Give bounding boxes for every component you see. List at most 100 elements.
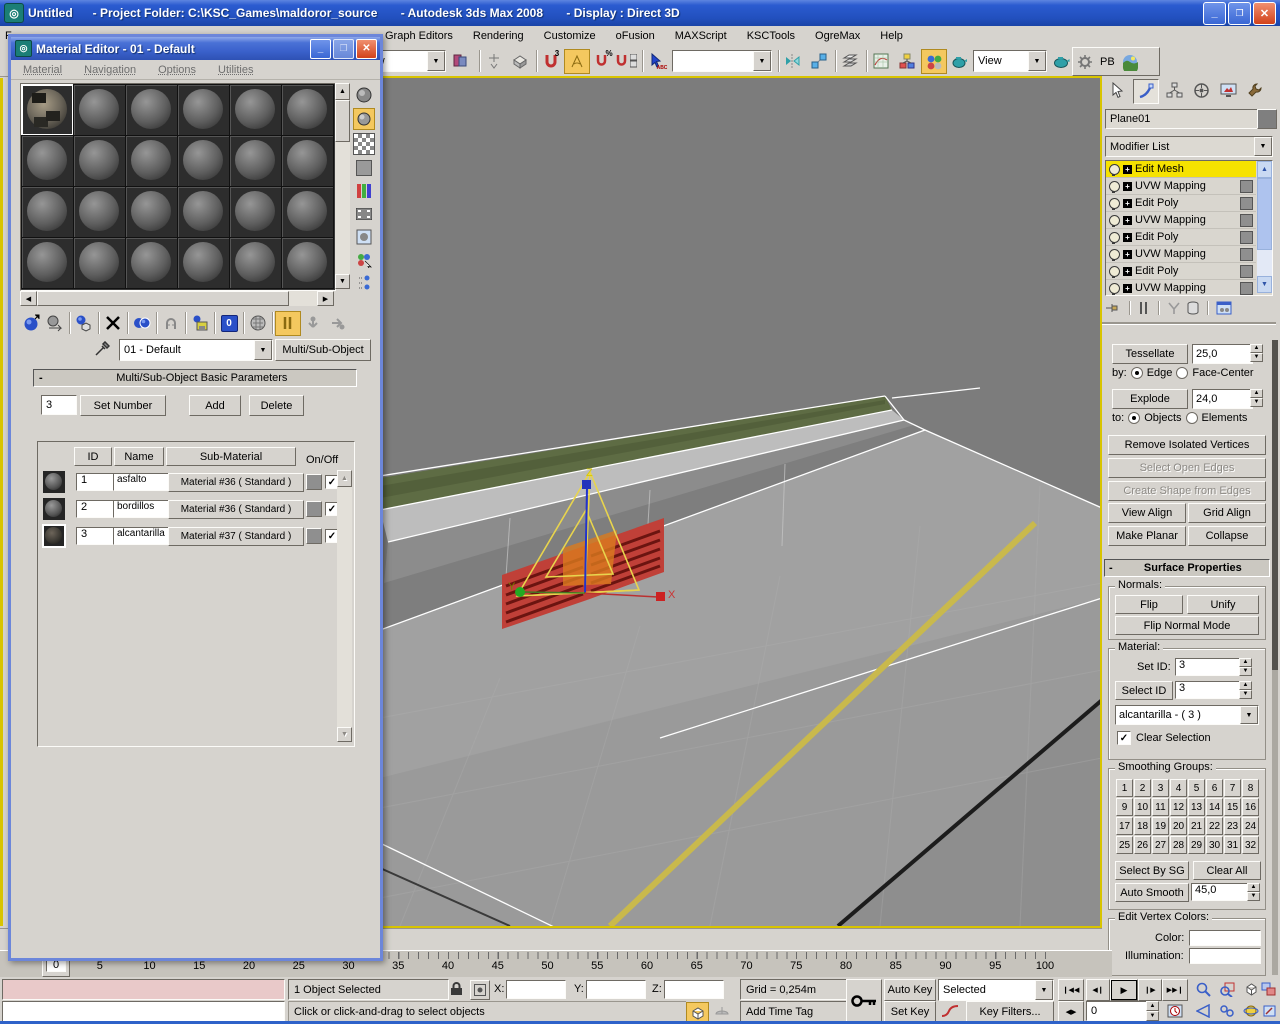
material-slot[interactable] [229, 135, 282, 187]
smoothing-group-button[interactable]: 31 [1224, 836, 1241, 854]
material-slot[interactable] [177, 237, 230, 289]
visibility-bulb-icon[interactable] [1109, 180, 1120, 193]
sub-material-preview[interactable] [43, 471, 65, 493]
show-map-in-viewport-icon[interactable] [246, 312, 270, 335]
material-editor-menu-item[interactable]: Utilities [218, 64, 253, 76]
by-face-center-radio[interactable] [1176, 367, 1189, 379]
modifier-stack-item[interactable]: + Edit Poly [1106, 263, 1256, 280]
smoothing-group-button[interactable]: 16 [1242, 798, 1259, 816]
assign-material-to-selection-icon[interactable] [72, 312, 96, 335]
material-name-dropdown[interactable]: 01 - Default ▼ [119, 339, 273, 361]
explode-field[interactable]: 24,0 [1192, 389, 1253, 409]
y-field[interactable] [586, 980, 646, 999]
sub-material-name-field[interactable]: asfalto [113, 473, 170, 491]
x-field[interactable] [506, 980, 566, 999]
tessellate-button[interactable]: Tessellate [1112, 344, 1188, 364]
layers-icon[interactable] [838, 49, 862, 72]
set-number-button[interactable]: Set Number [80, 395, 166, 416]
dropdown-arrow-icon[interactable]: ▼ [1028, 51, 1046, 71]
smoothing-group-button[interactable]: 5 [1188, 779, 1205, 797]
environment-icon[interactable] [1118, 50, 1142, 73]
smoothing-group-button[interactable]: 11 [1152, 798, 1169, 816]
set-keys-button[interactable] [846, 979, 882, 1022]
smoothing-group-button[interactable]: 2 [1134, 779, 1151, 797]
auto-smooth-field[interactable]: 45,0 [1191, 883, 1250, 901]
material-slot[interactable] [281, 84, 334, 136]
snap-toggle-3d-icon[interactable]: 3 [539, 49, 563, 72]
material-editor-icon[interactable] [921, 49, 947, 74]
keyboard-shortcut-toggle-icon[interactable] [508, 49, 532, 72]
dropdown-arrow-icon[interactable]: ▼ [254, 340, 272, 360]
delete-button[interactable]: Delete [249, 395, 304, 416]
make-unique-icon[interactable] [1167, 301, 1181, 315]
mirror-icon[interactable] [781, 49, 805, 72]
set-id-field[interactable]: 3 [1175, 658, 1242, 676]
spinner-snap-toggle-icon[interactable] [614, 49, 638, 72]
tab-create[interactable] [1106, 79, 1130, 102]
sub-material-scrollbar[interactable]: ▲ ▼ [337, 470, 352, 742]
field-of-view-icon[interactable] [1192, 1001, 1214, 1021]
smoothing-group-button[interactable]: 14 [1206, 798, 1223, 816]
select-id-field[interactable]: 3 [1175, 681, 1242, 699]
smoothing-group-button[interactable]: 7 [1224, 779, 1241, 797]
dropdown-arrow-icon[interactable]: ▼ [427, 51, 445, 71]
dropdown-arrow-icon[interactable]: ▼ [1240, 706, 1258, 724]
sub-material-button[interactable]: Material #36 ( Standard ) [168, 500, 304, 519]
zoom-extents-all-icon[interactable] [1258, 979, 1280, 999]
visibility-bulb-icon[interactable] [1109, 265, 1120, 278]
visibility-bulb-icon[interactable] [1109, 214, 1120, 227]
make-planar-button[interactable]: Make Planar [1108, 526, 1186, 546]
background-icon[interactable] [353, 133, 375, 155]
smoothing-group-button[interactable]: 6 [1206, 779, 1223, 797]
quick-render-icon[interactable] [1049, 49, 1073, 72]
to-objects-radio[interactable] [1128, 412, 1141, 424]
named-selection-dropdown[interactable]: ▼ [672, 50, 772, 72]
material-slot[interactable] [125, 84, 178, 136]
material-slot[interactable] [229, 186, 282, 238]
modifier-stack-item[interactable]: + UVW Mapping [1106, 280, 1256, 295]
menu-item[interactable]: MAXScript [673, 28, 729, 44]
smoothing-group-button[interactable]: 18 [1134, 817, 1151, 835]
crossing-selection-icon[interactable] [686, 1002, 709, 1023]
frame-spinner[interactable]: ▲ ▼ [1146, 1001, 1159, 1021]
new-key-default-in-out-icon[interactable] [938, 1001, 962, 1021]
id-column-header[interactable]: ID [74, 447, 112, 466]
clear-selection-checkbox[interactable]: ✓ [1117, 731, 1131, 745]
show-end-result-material-icon[interactable] [275, 310, 301, 336]
material-slot[interactable] [21, 135, 74, 187]
smoothing-group-button[interactable]: 20 [1170, 817, 1187, 835]
menu-item[interactable]: Rendering [471, 28, 526, 44]
smoothing-group-button[interactable]: 28 [1170, 836, 1187, 854]
sub-material-id-field[interactable]: 3 [76, 527, 114, 545]
expand-plus-icon[interactable]: + [1123, 215, 1132, 225]
explode-spinner[interactable]: ▲ ▼ [1250, 389, 1263, 407]
smoothing-group-button[interactable]: 1 [1116, 779, 1133, 797]
sub-material-color-swatch[interactable] [306, 501, 322, 517]
smoothing-group-button[interactable]: 25 [1116, 836, 1133, 854]
view-align-button[interactable]: View Align [1108, 503, 1186, 523]
smoothing-group-button[interactable]: 22 [1206, 817, 1223, 835]
tab-modify[interactable] [1133, 79, 1159, 104]
menu-item[interactable]: OgreMax [813, 28, 862, 44]
sub-material-button[interactable]: Material #36 ( Standard ) [168, 473, 304, 492]
dropdown-arrow-icon[interactable]: ▼ [753, 51, 771, 71]
smoothing-group-button[interactable]: 12 [1170, 798, 1187, 816]
make-preview-icon[interactable] [354, 204, 374, 224]
get-material-icon[interactable] [19, 312, 43, 335]
surface-properties-rollout-header[interactable]: - Surface Properties [1104, 559, 1270, 577]
flip-normal-mode-button[interactable]: Flip Normal Mode [1115, 616, 1259, 635]
previous-frame-button[interactable]: ◀ ❙ [1086, 979, 1110, 1001]
snap-dish-icon[interactable] [712, 1002, 732, 1021]
visibility-bulb-icon[interactable] [1109, 163, 1120, 176]
configure-modifier-sets-icon[interactable] [1216, 301, 1232, 315]
tessellate-spinner[interactable]: ▲ ▼ [1250, 344, 1263, 362]
material-map-navigator-icon[interactable] [354, 273, 374, 293]
put-to-library-icon[interactable] [188, 312, 212, 335]
material-id-channel-icon[interactable]: 0 [217, 312, 241, 335]
visibility-bulb-icon[interactable] [1109, 197, 1120, 210]
pick-material-from-object-icon[interactable] [91, 339, 113, 359]
key-filters-button[interactable]: Key Filters... [966, 1001, 1054, 1023]
material-slot[interactable] [73, 186, 126, 238]
smoothing-group-button[interactable]: 15 [1224, 798, 1241, 816]
material-editor-menu-item[interactable]: Navigation [84, 64, 136, 76]
